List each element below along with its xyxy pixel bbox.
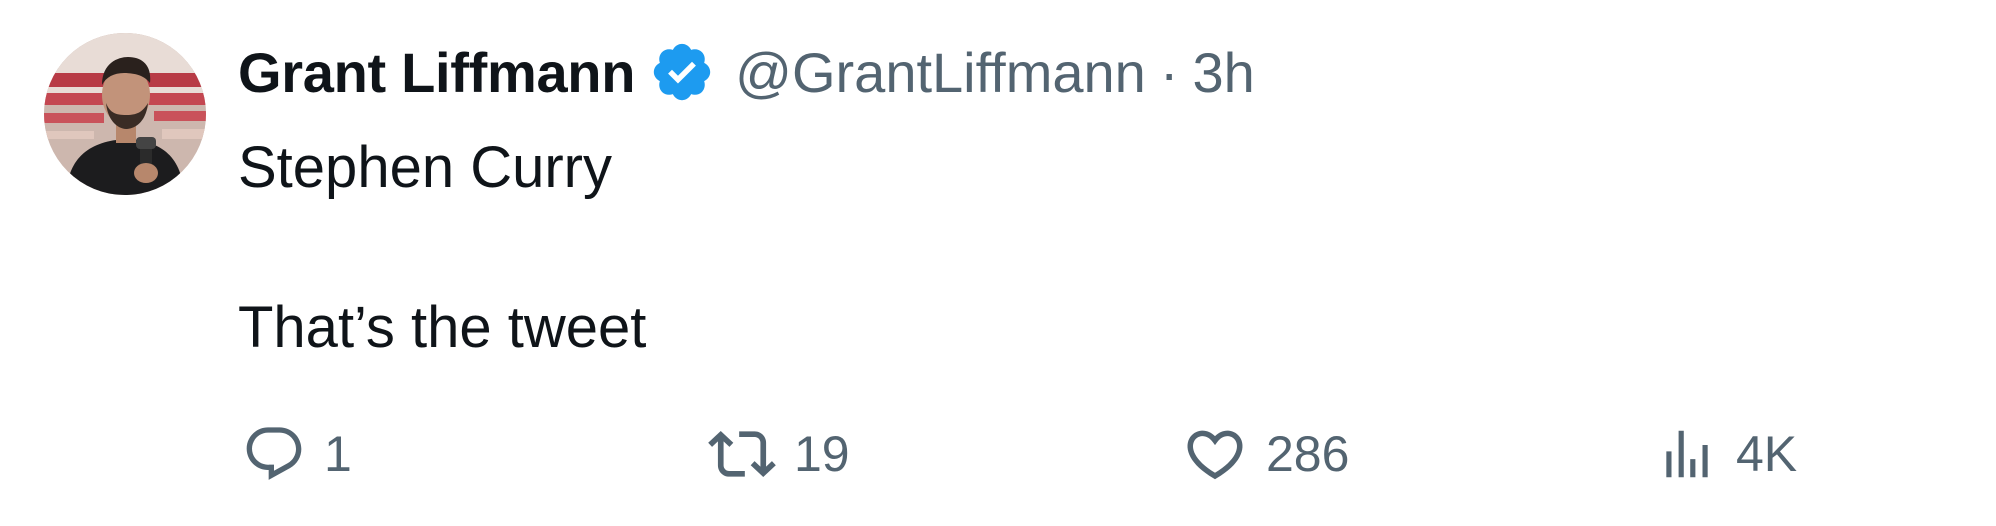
avatar-image [44, 33, 206, 195]
views-count: 4K [1736, 426, 1798, 482]
tweet-text-line: Stephen Curry [238, 135, 612, 200]
author-handle[interactable]: @GrantLiffmann [735, 40, 1146, 105]
tweet-timestamp[interactable]: 3h [1192, 40, 1254, 105]
avatar[interactable] [44, 33, 206, 195]
tweet-header: Grant Liffmann @GrantLiffmann · 3h [238, 36, 1255, 108]
like-count: 286 [1266, 426, 1350, 482]
tweet-text-line: That’s the tweet [238, 295, 647, 360]
retweet-icon [708, 420, 776, 488]
retweet-button[interactable]: 19 [708, 412, 850, 496]
header-separator: · [1159, 40, 1179, 104]
reply-count: 1 [324, 426, 352, 482]
tweet-actions: 1 19 286 4K [238, 412, 1818, 496]
tweet-card[interactable]: Grant Liffmann @GrantLiffmann · 3h Steph… [0, 0, 1996, 526]
reply-button[interactable]: 1 [242, 412, 352, 496]
reply-icon [242, 422, 306, 486]
views-icon [1656, 423, 1718, 485]
verified-badge-icon[interactable] [649, 39, 715, 105]
heart-icon [1182, 421, 1248, 487]
like-button[interactable]: 286 [1182, 412, 1349, 496]
tweet-text: Stephen Curry That’s the tweet [238, 128, 646, 368]
retweet-count: 19 [794, 426, 850, 482]
author-display-name[interactable]: Grant Liffmann [238, 40, 635, 105]
views-button[interactable]: 4K [1656, 412, 1797, 496]
tweet-text-line [238, 208, 646, 288]
